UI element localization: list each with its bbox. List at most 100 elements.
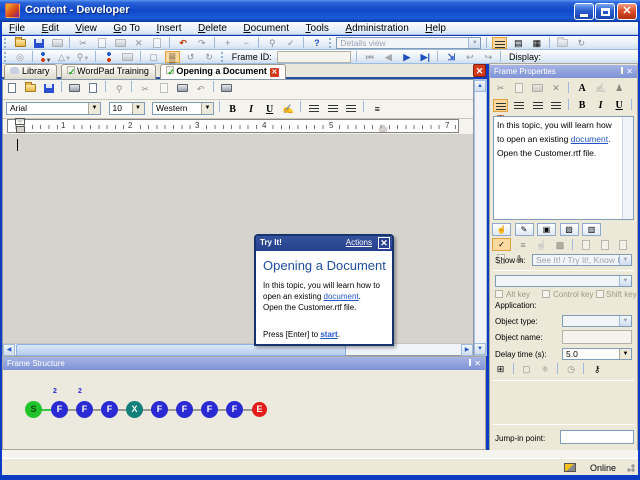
- tab-close-icon[interactable]: ✕: [269, 68, 279, 77]
- resize-grip[interactable]: [624, 461, 636, 473]
- add-frame-button[interactable]: ▥: [582, 223, 602, 236]
- frame-node-end[interactable]: E: [252, 402, 267, 417]
- toolbar-grip[interactable]: [4, 52, 7, 62]
- menu-view[interactable]: View: [68, 22, 104, 34]
- toolbar-grip[interactable]: [328, 38, 332, 48]
- frame-properties-titlebar[interactable]: Frame Properties ✕: [490, 65, 637, 78]
- italic-button[interactable]: I: [593, 99, 608, 112]
- frame-structure-titlebar[interactable]: Frame Structure ✕: [3, 357, 485, 370]
- menu-help[interactable]: Help: [418, 22, 453, 34]
- pointer-mode-button[interactable]: ☝: [492, 223, 511, 236]
- view-split-horizontal-button[interactable]: ▤: [511, 37, 526, 49]
- frame-text-editor[interactable]: In this topic, you will learn how to ope…: [493, 116, 634, 220]
- key-button[interactable]: ⚷: [590, 363, 605, 376]
- delay-time-combo[interactable]: 5.0 ▼: [562, 348, 632, 360]
- charset-combo[interactable]: Western ▼: [152, 102, 215, 115]
- align-justify-button[interactable]: [549, 99, 564, 112]
- view-details-button[interactable]: [492, 37, 508, 50]
- select-frames-button[interactable]: ⊞: [493, 363, 508, 376]
- goto-frame-button[interactable]: ⇲: [444, 51, 459, 63]
- frame-node[interactable]: F: [201, 401, 218, 418]
- dialog-header[interactable]: Try It! Actions ✕: [256, 236, 392, 251]
- link-frames-button[interactable]: [102, 51, 117, 63]
- align-center-button[interactable]: [325, 102, 340, 117]
- font-color-button[interactable]: ✍: [281, 102, 296, 117]
- underline-button[interactable]: U: [262, 102, 277, 117]
- text-scrollbar[interactable]: [622, 117, 633, 219]
- scroll-right-icon[interactable]: ▶: [461, 344, 473, 356]
- pin-icon[interactable]: [469, 359, 471, 368]
- frame-structure-canvas[interactable]: S F 2 F 2 F X F F F F E: [3, 370, 485, 449]
- save-button[interactable]: [31, 37, 46, 49]
- screen-action-button[interactable]: ▧: [559, 223, 579, 236]
- screen-mode-button[interactable]: ▣: [537, 223, 557, 236]
- menu-document[interactable]: Document: [236, 22, 296, 34]
- bullet-list-button[interactable]: ≡: [370, 102, 385, 117]
- insert-frame-menu-button[interactable]: ▼: [39, 51, 54, 64]
- print-document-button[interactable]: [67, 82, 82, 97]
- align-center-button[interactable]: [512, 99, 527, 112]
- document-edit-area[interactable]: [3, 134, 473, 343]
- help-button[interactable]: ?: [309, 37, 324, 49]
- view-split-vertical-button[interactable]: ▦: [529, 37, 544, 49]
- document-link[interactable]: document: [571, 134, 608, 144]
- minimize-button[interactable]: [574, 3, 594, 20]
- scroll-left-icon[interactable]: ◀: [3, 344, 15, 356]
- horizontal-scrollbar[interactable]: ◀ ▶: [3, 343, 473, 356]
- panel-close-icon[interactable]: ✕: [474, 359, 481, 368]
- menu-insert[interactable]: Insert: [149, 22, 188, 34]
- start-link[interactable]: start: [320, 330, 337, 339]
- menu-goto[interactable]: Go To: [106, 22, 147, 34]
- open-document-button[interactable]: [23, 82, 38, 97]
- vertical-scrollbar[interactable]: ▲ ▼: [474, 79, 487, 356]
- frame-node-start[interactable]: S: [25, 401, 42, 418]
- bold-button[interactable]: B: [575, 99, 590, 112]
- menu-delete[interactable]: Delete: [191, 22, 234, 34]
- frame-node[interactable]: F: [51, 401, 68, 418]
- align-right-button[interactable]: [344, 102, 359, 117]
- ruler[interactable]: 1 2 3 4 5 6 7: [7, 118, 459, 133]
- open-button[interactable]: [13, 37, 28, 49]
- document-link[interactable]: document: [324, 292, 359, 301]
- next-frame-button[interactable]: ▶: [399, 51, 414, 63]
- undo-button[interactable]: ↶: [176, 37, 191, 49]
- panel-close-icon[interactable]: ✕: [626, 67, 633, 76]
- frame-node-decision[interactable]: X: [126, 401, 143, 418]
- scroll-up-icon[interactable]: ▲: [474, 80, 486, 92]
- font-name-combo[interactable]: Arial ▼: [6, 102, 101, 115]
- jump-in-point-field[interactable]: [560, 430, 634, 444]
- tab-opening-a-document[interactable]: ✓ Opening a Document ✕: [160, 64, 286, 79]
- actions-link[interactable]: Actions: [346, 238, 372, 247]
- menu-file[interactable]: File: [2, 22, 32, 34]
- tabgroup-close-button[interactable]: ✕: [473, 64, 486, 77]
- menu-edit[interactable]: Edit: [35, 22, 66, 34]
- dialog-close-button[interactable]: ✕: [378, 237, 390, 249]
- italic-button[interactable]: I: [244, 102, 259, 117]
- menu-tools[interactable]: Tools: [299, 22, 336, 34]
- menu-administration[interactable]: Administration: [338, 22, 415, 34]
- frame-node[interactable]: F: [101, 401, 118, 418]
- frame-node[interactable]: F: [76, 401, 93, 418]
- align-right-button[interactable]: [530, 99, 545, 112]
- toolbar-grip[interactable]: [221, 52, 224, 62]
- tab-wordpad-training[interactable]: ✓ WordPad Training: [61, 64, 156, 79]
- frame-node[interactable]: F: [151, 401, 168, 418]
- tab-library[interactable]: Library: [4, 64, 57, 79]
- bold-button[interactable]: B: [225, 102, 240, 117]
- maximize-button[interactable]: [595, 3, 615, 20]
- edit-mode-button[interactable]: ✎: [514, 223, 534, 236]
- last-frame-button[interactable]: ▶|: [418, 51, 433, 63]
- save-document-button[interactable]: [41, 82, 56, 97]
- frame-node[interactable]: F: [176, 401, 193, 418]
- scroll-down-icon[interactable]: ▼: [474, 343, 486, 355]
- new-document-button[interactable]: [4, 82, 19, 97]
- indent-marker-right[interactable]: [379, 125, 387, 131]
- frame-id-field[interactable]: [277, 51, 352, 63]
- verify-action-button[interactable]: ✓: [492, 238, 511, 251]
- align-left-button[interactable]: [307, 102, 322, 117]
- align-left-button[interactable]: [493, 99, 508, 112]
- toolbar-grip[interactable]: [4, 38, 7, 48]
- highlight-button[interactable]: ▒: [164, 51, 180, 63]
- paste-special-button[interactable]: [219, 82, 234, 97]
- frame-node[interactable]: F: [226, 401, 243, 418]
